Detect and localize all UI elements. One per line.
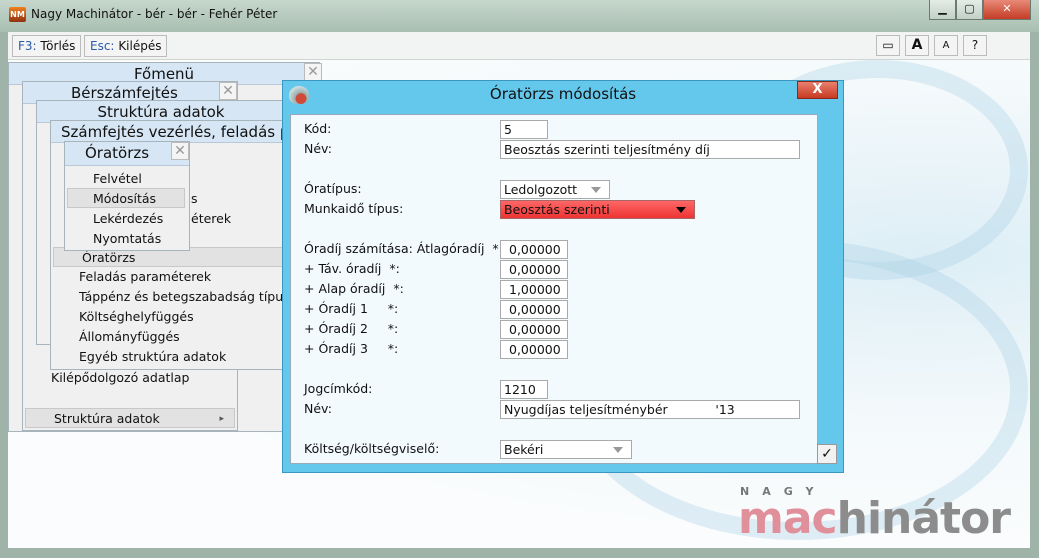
szamfejtes-title: Számfejtés vezérlés, feladás pa [51, 121, 285, 143]
oratipus-label: Óratípus: [304, 181, 362, 196]
rate-label: + Óradíj 1 *: [304, 301, 399, 316]
close-icon[interactable]: ✕ [304, 63, 322, 81]
dialog-title: Óratörzs módosítás [489, 85, 637, 103]
rate-label: Óradíj számítása: Átlagóradíj *: [304, 241, 503, 256]
jogcim-nev-label: Név: [304, 401, 332, 416]
rate-label: + Táv. óradíj *: [304, 261, 400, 276]
font-larger-button[interactable]: A [905, 35, 929, 56]
window-mode-button[interactable]: ▭ [876, 35, 900, 56]
hidden-item-fragment: éterek [191, 211, 232, 226]
rate-label: + Óradíj 3 *: [304, 341, 399, 356]
logo-part-2: hinátor [836, 493, 1011, 544]
menu-item-kilepodolgozo[interactable]: Kilépődolgozó adatlap [23, 368, 237, 388]
dialog-close-button[interactable]: X [797, 81, 838, 99]
menu-item-felvetel[interactable]: Felvétel [65, 169, 142, 189]
alap-oradij-input[interactable]: 1,00000 [500, 280, 568, 299]
hidden-item-fragment: s [191, 191, 198, 206]
rate-label: + Óradíj 2 *: [304, 321, 399, 336]
close-window-button[interactable]: ✕ [983, 0, 1031, 20]
oratorzs-modositas-dialog: Óratörzs módosítás X Kód: 5 Név: Beosztá… [282, 80, 844, 473]
close-icon[interactable]: ✕ [171, 142, 189, 160]
delete-shortcut: F3: [18, 39, 37, 53]
menu-item-modositas[interactable]: Módosítás [67, 188, 185, 208]
oradij-1-input[interactable]: 0,00000 [500, 300, 568, 319]
oradij-2-input[interactable]: 0,00000 [500, 320, 568, 339]
logo-part-1: mac [738, 493, 838, 544]
koltseg-select[interactable]: Bekéri [500, 440, 632, 459]
oratipus-select[interactable]: Ledolgozott [500, 180, 610, 199]
logo-text: machinátor [738, 493, 1011, 544]
delete-label: Törlés [40, 39, 76, 53]
submenu-arrow-icon: ▸ [219, 414, 224, 424]
delete-button[interactable]: F3: Törlés [12, 35, 82, 57]
exit-label: Kilépés [118, 39, 162, 53]
title-bar: NM Nagy Machinátor - bér - bér - Fehér P… [0, 0, 1039, 32]
exit-shortcut: Esc: [90, 39, 115, 53]
oratorzs-window: Óratörzs ✕ Felvétel Módosítás Lekérdezés… [64, 141, 190, 251]
menu-item-nyomtatas[interactable]: Nyomtatás [65, 229, 161, 249]
help-button[interactable]: ? [963, 35, 987, 56]
menu-item-label: Struktúra adatok [54, 411, 160, 426]
koltseg-label: Költség/költségviselő: [304, 441, 440, 456]
menu-item-allomany[interactable]: Állományfüggés [51, 327, 180, 347]
kod-label: Kód: [304, 121, 332, 136]
jogcim-nev-input[interactable]: Nyugdíjas teljesítménybér '13 [500, 400, 800, 419]
window-title: Nagy Machinátor - bér - bér - Fehér Péte… [31, 7, 278, 21]
maximize-button[interactable]: ▢ [956, 0, 983, 20]
menu-item-koltseghely[interactable]: Költséghelyfüggés [51, 307, 194, 327]
toolbar: F3: Törlés Esc: Kilépés ▭ A A ? [8, 32, 1030, 60]
font-smaller-button[interactable]: A [934, 35, 958, 56]
dialog-form: Kód: 5 Név: Beosztás szerinti teljesítmé… [290, 114, 818, 464]
nev-label: Név: [304, 141, 332, 156]
nagy-machinator-logo: NAGY machinátor [738, 486, 1011, 544]
menu-item-egyeb[interactable]: Egyéb struktúra adatok [51, 347, 226, 367]
close-icon[interactable]: ✕ [219, 82, 237, 100]
munkaido-tipus-select[interactable]: Beosztás szerinti [500, 200, 695, 219]
menu-item-tappenz[interactable]: Táppénz és betegszabadság típus [51, 287, 290, 307]
kod-input[interactable]: 5 [500, 120, 548, 139]
menu-item-struktura-adatok[interactable]: Struktúra adatok ▸ [25, 408, 235, 428]
atlagoradij-input[interactable]: 0,00000 [500, 240, 568, 259]
menu-item-lekerdezes[interactable]: Lekérdezés [65, 209, 163, 229]
tav-oradij-input[interactable]: 0,00000 [500, 260, 568, 279]
jogcimkod-label: Jogcímkód: [304, 381, 373, 396]
oradij-3-input[interactable]: 0,00000 [500, 340, 568, 359]
jogcimkod-input[interactable]: 1210 [500, 380, 548, 399]
rate-label: + Alap óradíj *: [304, 281, 404, 296]
exit-button[interactable]: Esc: Kilépés [84, 35, 168, 57]
munkaido-tipus-label: Munkaidő típus: [304, 201, 404, 216]
minimize-button[interactable]: ▁ [929, 0, 956, 20]
ok-check-button[interactable]: ✓ [817, 444, 837, 464]
nev-input[interactable]: Beosztás szerinti teljesítmény díj [500, 140, 800, 159]
menu-item-feladas[interactable]: Feladás paraméterek [51, 267, 211, 287]
app-logo-icon: NM [9, 7, 26, 22]
